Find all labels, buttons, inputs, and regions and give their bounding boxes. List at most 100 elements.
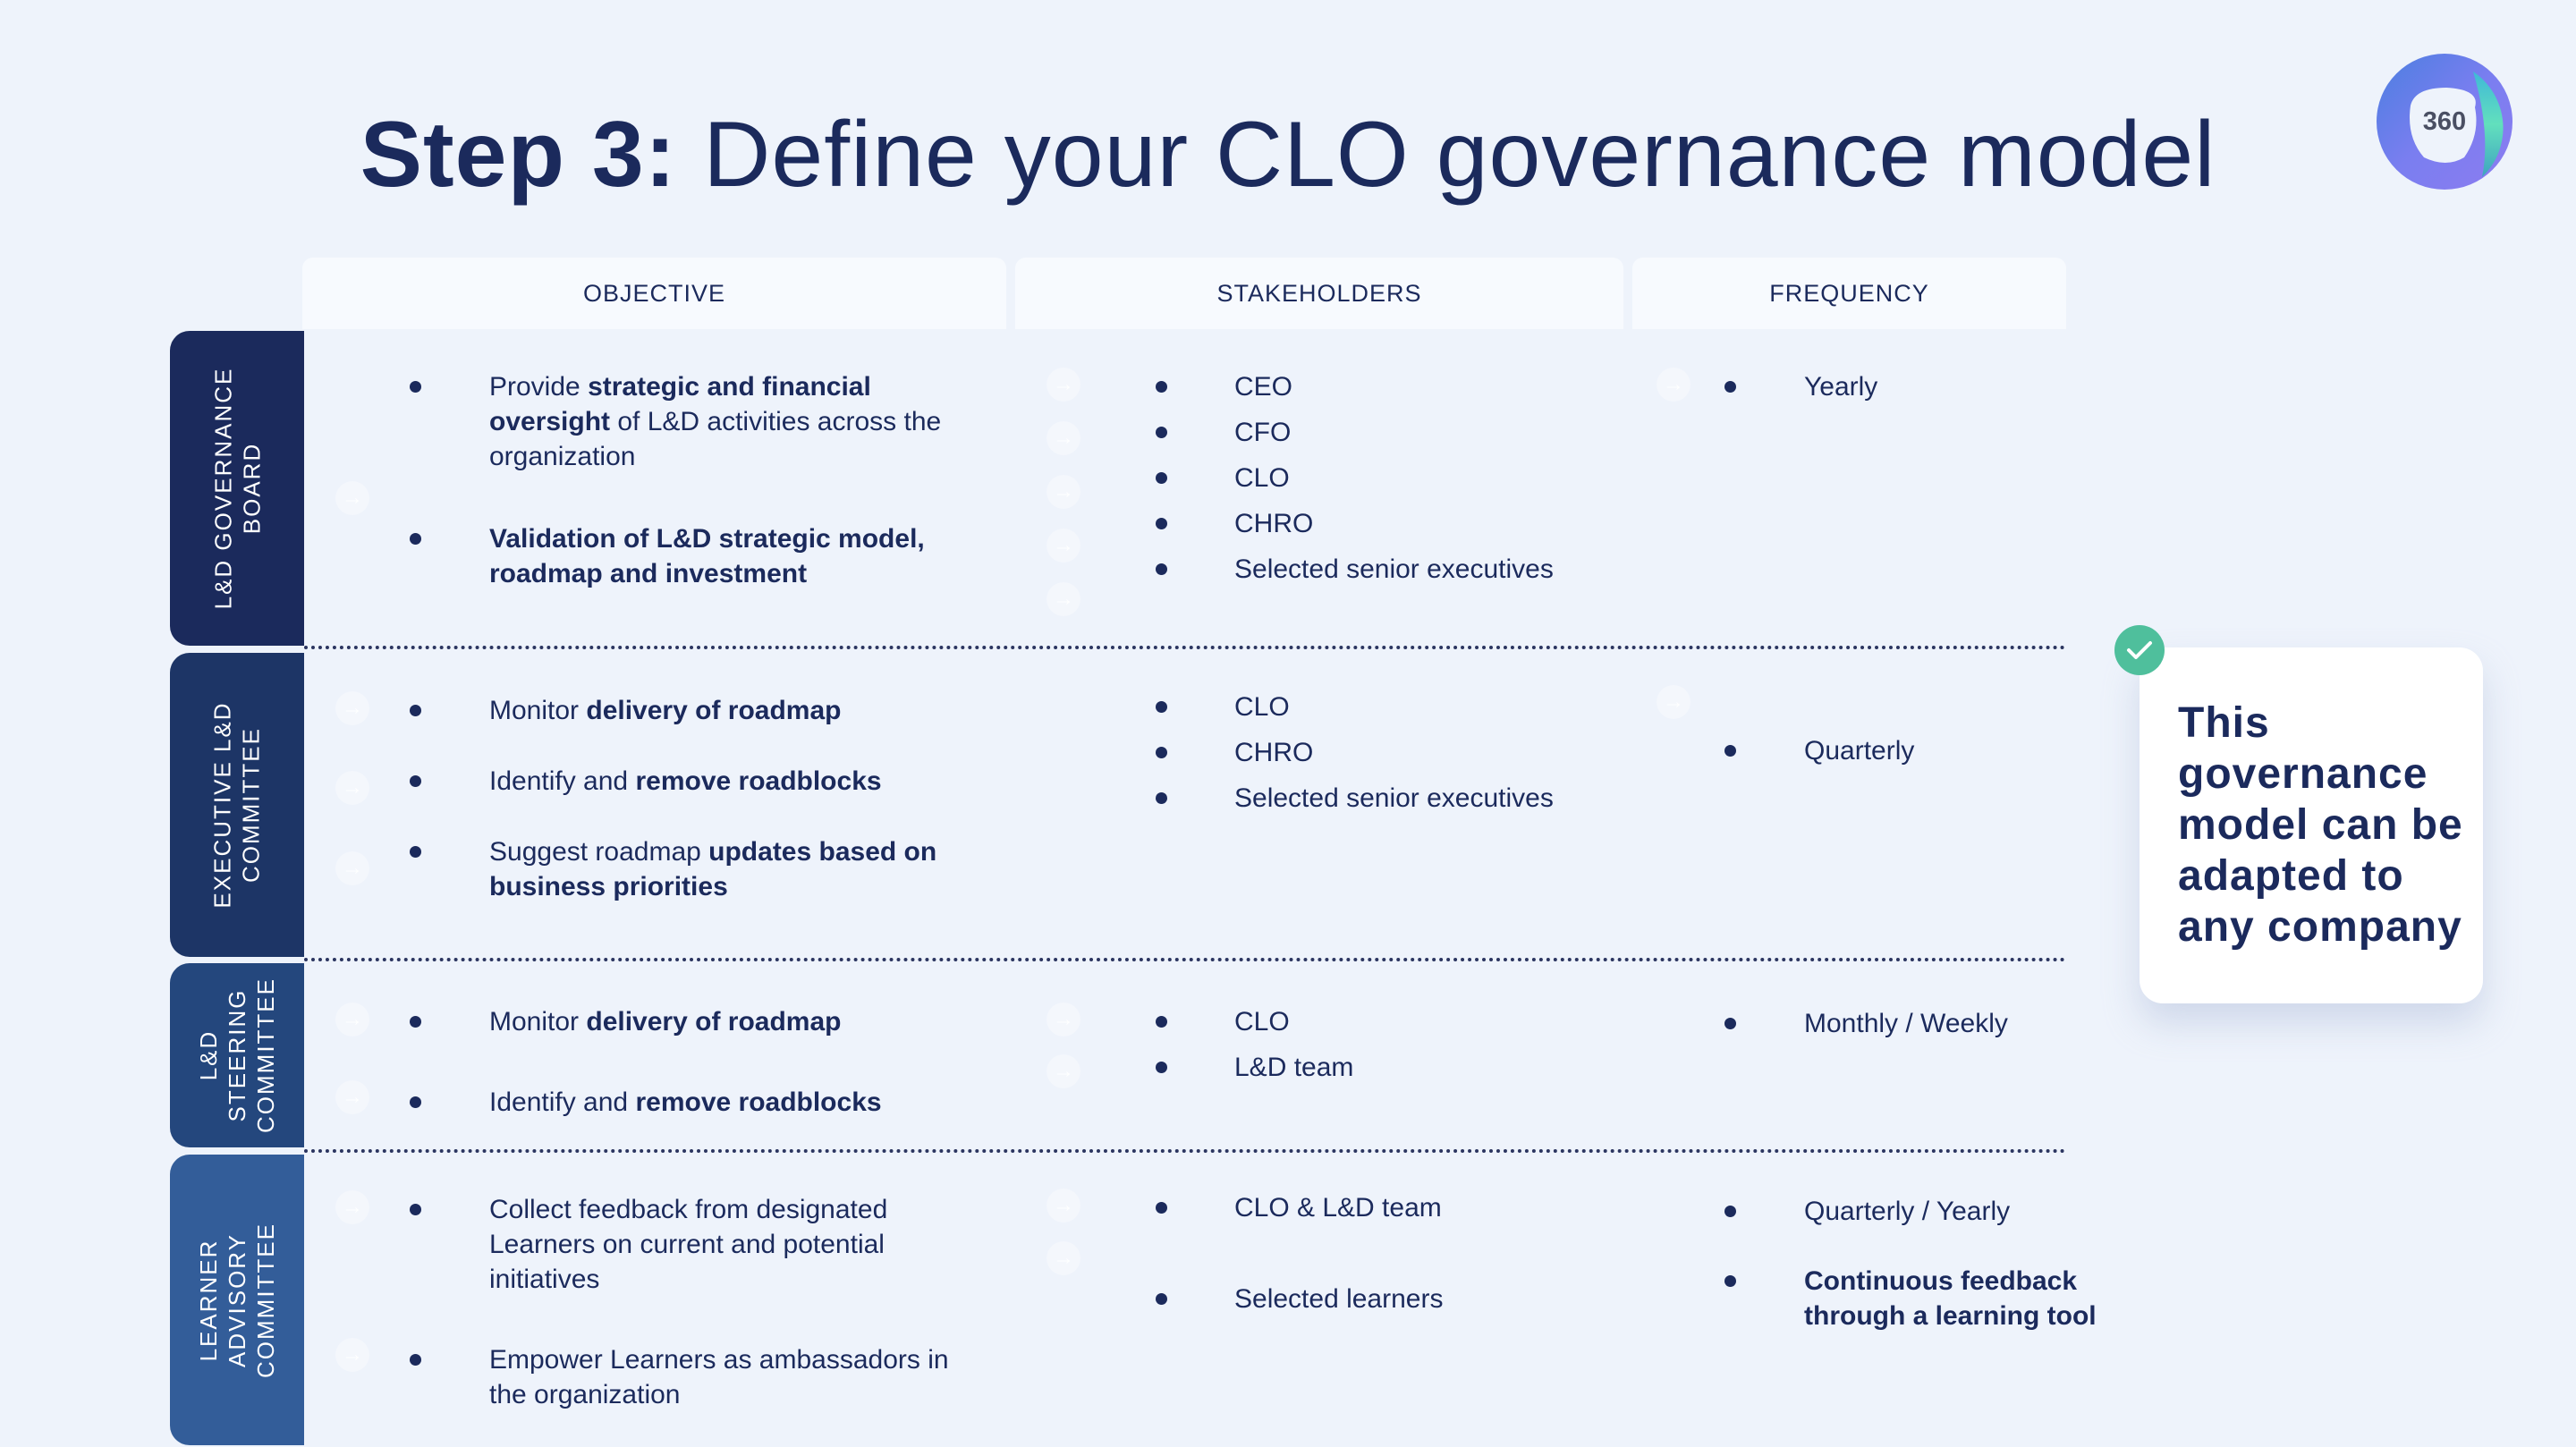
arrow-right-icon: → bbox=[1657, 368, 1690, 402]
item-text: Monitor bbox=[489, 1007, 587, 1037]
item-text: CLO bbox=[1234, 692, 1290, 722]
bullet-icon bbox=[410, 1016, 421, 1028]
item-text: Monitor bbox=[489, 696, 587, 725]
frequency-item: Monthly / Weekly bbox=[1804, 1006, 2144, 1041]
bullet-icon bbox=[1156, 381, 1167, 393]
bullet-icon bbox=[410, 381, 421, 393]
callout-card: This governance model can be adapted to … bbox=[2140, 647, 2483, 1003]
bullet-icon bbox=[410, 533, 421, 545]
objective-item: Identify and remove roadblocks bbox=[489, 1085, 963, 1120]
row-label-line: COMMITTEE bbox=[252, 977, 279, 1133]
row-label-line: L&D bbox=[195, 1029, 222, 1081]
item-text: Selected learners bbox=[1234, 1284, 1444, 1314]
bullet-icon bbox=[1156, 1202, 1167, 1214]
stakeholder-item: CHRO bbox=[1234, 506, 1619, 541]
bullet-icon bbox=[1724, 1206, 1736, 1217]
objective-item: Empower Learners as ambassadors in the o… bbox=[489, 1342, 963, 1412]
column-header-frequency: FREQUENCY bbox=[1632, 258, 2066, 329]
arrow-right-icon: → bbox=[335, 1003, 369, 1037]
item-text: Provide bbox=[489, 372, 589, 402]
item-text: Suggest roadmap bbox=[489, 837, 709, 867]
row-label-line: COMMITTEE bbox=[252, 1222, 279, 1378]
row-label-line: LEARNER bbox=[195, 1239, 222, 1361]
row-label-text: LEARNER ADVISORY COMMITTEE bbox=[194, 1223, 280, 1378]
row-separator bbox=[304, 1149, 2066, 1153]
arrow-right-icon: → bbox=[1046, 1054, 1080, 1088]
row-label-line: EXECUTIVE L&D bbox=[209, 701, 237, 909]
row-label-line: COMMITTEE bbox=[238, 727, 266, 884]
frequency-item: Quarterly bbox=[1804, 733, 2144, 768]
arrow-right-icon: → bbox=[335, 1338, 369, 1372]
objective-item: Identify and remove roadblocks bbox=[489, 764, 963, 799]
item-text: Selected senior executives bbox=[1234, 783, 1554, 813]
stakeholder-item: CEO bbox=[1234, 369, 1619, 404]
arrow-right-icon: → bbox=[1046, 475, 1080, 509]
bullet-icon bbox=[1156, 701, 1167, 713]
item-text: Collect feedback from designated Learner… bbox=[489, 1195, 888, 1294]
item-text: Selected senior executives bbox=[1234, 554, 1554, 584]
title-step: Step 3: bbox=[360, 103, 677, 207]
bullet-icon bbox=[1724, 381, 1736, 393]
bullet-icon bbox=[410, 775, 421, 787]
row-label-line: ADVISORY bbox=[224, 1232, 250, 1367]
row-label-steering-committee: L&D STEERING COMMITTEE bbox=[170, 963, 304, 1147]
title-text: Define your CLO governance model bbox=[703, 103, 2216, 207]
emphasis-text: delivery of roadmap bbox=[586, 1007, 842, 1037]
emphasis-text: remove roadblocks bbox=[635, 1087, 882, 1117]
objective-item: Suggest roadmap updates based on busines… bbox=[489, 834, 963, 904]
item-text: Quarterly / Yearly bbox=[1804, 1197, 2011, 1226]
item-text: Yearly bbox=[1804, 372, 1878, 402]
brand-logo: 360 bbox=[2375, 52, 2514, 191]
arrow-right-icon: → bbox=[1657, 685, 1690, 719]
item-text: CHRO bbox=[1234, 509, 1314, 538]
item-text: Quarterly bbox=[1804, 736, 1915, 766]
stakeholder-item: CLO bbox=[1234, 461, 1619, 495]
page-title: Step 3: Define your CLO governance model bbox=[0, 97, 2576, 213]
bullet-icon bbox=[1156, 518, 1167, 529]
bullet-icon bbox=[1156, 563, 1167, 575]
arrow-right-icon: → bbox=[1046, 421, 1080, 455]
item-text: CLO & L&D team bbox=[1234, 1193, 1442, 1223]
bullet-icon bbox=[1156, 1062, 1167, 1073]
logo-text: 360 bbox=[2422, 106, 2467, 136]
row-label-text: EXECUTIVE L&D COMMITTEE bbox=[208, 701, 266, 908]
callout-text: This governance model can be adapted to … bbox=[2178, 699, 2463, 951]
row-label-executive-committee: EXECUTIVE L&D COMMITTEE bbox=[170, 653, 304, 957]
stakeholder-item: L&D team bbox=[1234, 1050, 1619, 1085]
column-header-objective: OBJECTIVE bbox=[302, 258, 1006, 329]
bullet-icon bbox=[410, 705, 421, 716]
objective-item: Validation of L&D strategic model, roadm… bbox=[489, 521, 963, 591]
bullet-icon bbox=[410, 846, 421, 858]
arrow-right-icon: → bbox=[1046, 582, 1080, 616]
item-text: L&D team bbox=[1234, 1053, 1354, 1082]
stakeholder-item: Selected senior executives bbox=[1234, 552, 1619, 587]
bullet-icon bbox=[1156, 792, 1167, 804]
stakeholder-item: CHRO bbox=[1234, 735, 1619, 770]
bullet-icon bbox=[1156, 747, 1167, 758]
stakeholder-item: CLO bbox=[1234, 1004, 1619, 1039]
frequency-item: Quarterly / Yearly bbox=[1804, 1194, 2144, 1229]
column-header-stakeholders: STAKEHOLDERS bbox=[1015, 258, 1623, 329]
stakeholder-item: CFO bbox=[1234, 415, 1619, 450]
arrow-right-icon: → bbox=[335, 851, 369, 885]
emphasis-text: Validation of L&D strategic model, roadm… bbox=[489, 524, 925, 588]
item-text: Identify and bbox=[489, 766, 636, 796]
item-text: CEO bbox=[1234, 372, 1293, 402]
item-text: CHRO bbox=[1234, 738, 1314, 767]
arrow-right-icon: → bbox=[335, 1080, 369, 1114]
bullet-icon bbox=[1156, 1293, 1167, 1305]
bullet-icon bbox=[410, 1354, 421, 1366]
row-label-governance-board: L&D GOVERNANCE BOARD bbox=[170, 331, 304, 646]
bullet-icon bbox=[1724, 745, 1736, 757]
arrow-right-icon: → bbox=[335, 1190, 369, 1224]
row-label-text: L&D GOVERNANCE BOARD bbox=[208, 368, 266, 610]
bullet-icon bbox=[1156, 1016, 1167, 1028]
row-separator bbox=[304, 646, 2066, 649]
item-text: Identify and bbox=[489, 1087, 636, 1117]
frequency-item: Continuous feedback through a learning t… bbox=[1804, 1264, 2144, 1333]
stakeholder-item: Selected learners bbox=[1234, 1282, 1619, 1316]
bullet-icon bbox=[1724, 1275, 1736, 1287]
arrow-right-icon: → bbox=[1046, 1189, 1080, 1223]
arrow-right-icon: → bbox=[335, 771, 369, 805]
stakeholder-item: Selected senior executives bbox=[1234, 781, 1619, 816]
